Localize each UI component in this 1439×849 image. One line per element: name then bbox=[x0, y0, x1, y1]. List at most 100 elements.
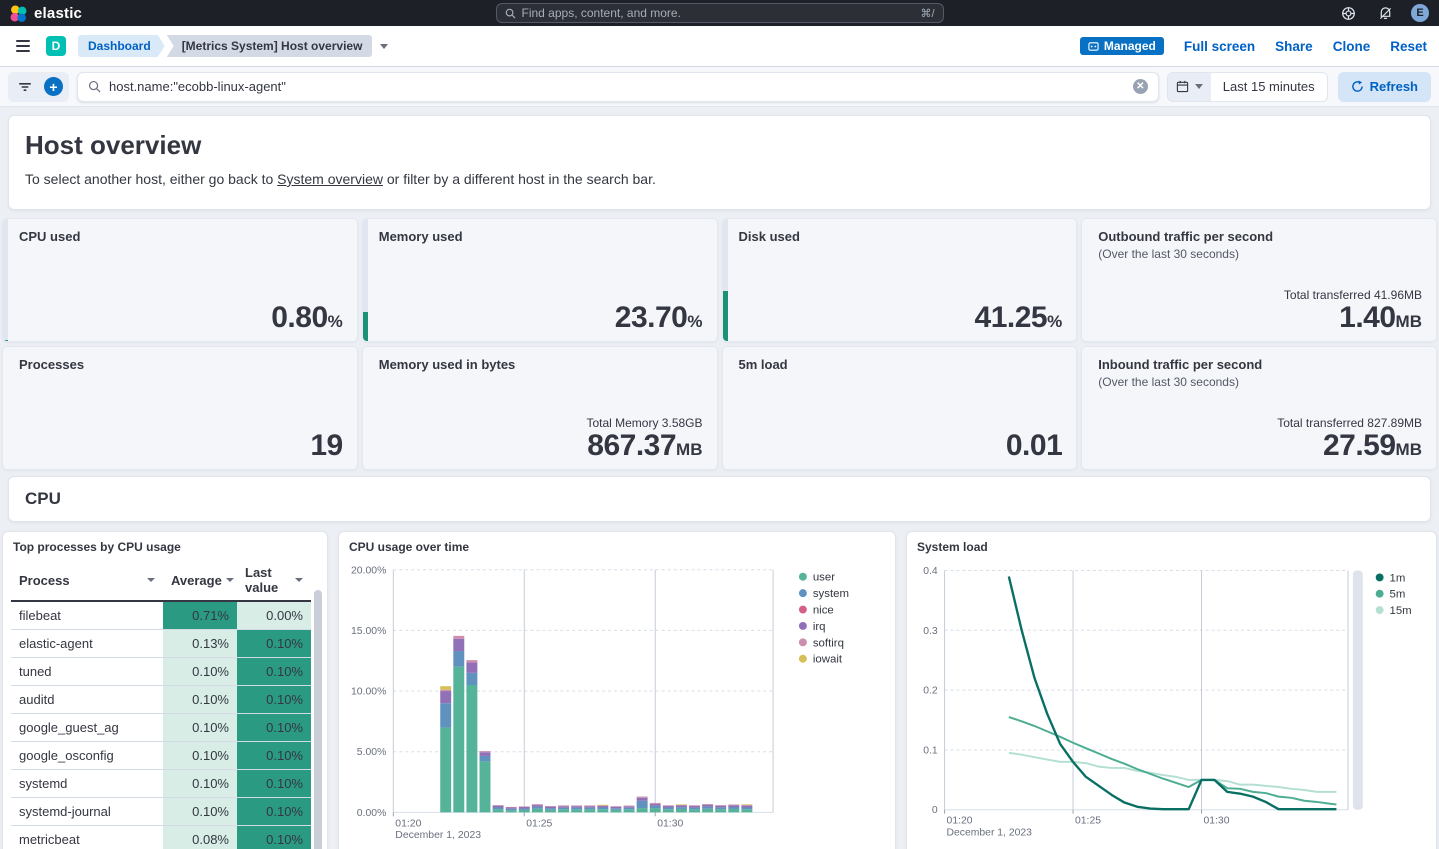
legend-label-softirq[interactable]: softirq bbox=[813, 637, 844, 649]
legend-label-15m[interactable]: 15m bbox=[1390, 605, 1412, 617]
process-name-cell: systemd-journal bbox=[11, 798, 163, 826]
legend-dot-irq[interactable] bbox=[799, 622, 807, 630]
process-name-cell: google_guest_ag bbox=[11, 714, 163, 742]
panel-title: System load bbox=[917, 540, 988, 554]
metric-progress-bar bbox=[723, 219, 728, 341]
metric-card: 5m load0.01 bbox=[722, 346, 1078, 470]
query-input[interactable]: host.name:"ecobb-linux-agent" ✕ bbox=[77, 72, 1159, 102]
metric-secondary: Total Memory 3.58GB bbox=[379, 416, 703, 430]
legend-label-user[interactable]: user bbox=[813, 572, 835, 584]
cpu-usage-chart: CPU usage over time 0.00%5.00%10.00%15.0… bbox=[338, 531, 896, 849]
svg-text:01:25: 01:25 bbox=[526, 818, 552, 829]
column-header-process[interactable]: Process bbox=[11, 560, 163, 601]
table-row: auditd0.10%0.10% bbox=[11, 686, 311, 714]
full-screen-button[interactable]: Full screen bbox=[1184, 39, 1255, 54]
legend-label-iowait[interactable]: iowait bbox=[813, 654, 843, 666]
breadcrumb-current[interactable]: [Metrics System] Host overview bbox=[167, 35, 373, 57]
user-avatar[interactable]: E bbox=[1411, 4, 1429, 22]
table-row: tuned0.10%0.10% bbox=[11, 658, 311, 686]
breadcrumb: Dashboard [Metrics System] Host overview bbox=[78, 35, 388, 57]
metric-title: Outbound traffic per second bbox=[1098, 229, 1422, 244]
metric-value: 19 bbox=[19, 430, 343, 462]
metric-title: Inbound traffic per second bbox=[1098, 357, 1422, 372]
svg-text:15.00%: 15.00% bbox=[351, 626, 386, 637]
last-value-cell: 0.10% bbox=[237, 742, 311, 770]
process-table-body: filebeat0.71%0.00%elastic-agent0.13%0.10… bbox=[11, 601, 311, 849]
chevron-down-icon[interactable] bbox=[380, 44, 388, 49]
process-name-cell: auditd bbox=[11, 686, 163, 714]
metric-title: Memory used in bytes bbox=[379, 357, 703, 372]
refresh-icon bbox=[1351, 80, 1364, 93]
global-search-input[interactable]: Find apps, content, and more. ⌘/ bbox=[496, 3, 944, 23]
page-title: Host overview bbox=[25, 130, 1414, 161]
metric-card: Outbound traffic per second (Over the las… bbox=[1081, 218, 1437, 342]
search-shortcut: ⌘/ bbox=[920, 7, 934, 20]
elastic-logo[interactable]: elastic bbox=[10, 5, 82, 22]
svg-text:0: 0 bbox=[932, 805, 938, 816]
top-processes-panel: Top processes by CPU usage Process Avera… bbox=[2, 531, 328, 849]
system-overview-link[interactable]: System overview bbox=[277, 171, 383, 187]
menu-icon[interactable] bbox=[12, 36, 34, 56]
clear-query-icon[interactable]: ✕ bbox=[1133, 79, 1148, 94]
average-cell: 0.13% bbox=[163, 630, 237, 658]
reset-button[interactable]: Reset bbox=[1390, 39, 1427, 54]
metric-title: Disk used bbox=[739, 229, 1063, 244]
column-header-last-value[interactable]: Last value bbox=[237, 560, 311, 601]
legend-dot-system[interactable] bbox=[799, 589, 807, 597]
legend-dot-5m[interactable] bbox=[1376, 590, 1384, 598]
help-icon[interactable] bbox=[1337, 4, 1360, 23]
clone-button[interactable]: Clone bbox=[1333, 39, 1371, 54]
process-table: Process Average Last value filebeat0.71%… bbox=[11, 560, 311, 849]
metric-card: Memory used23.70% bbox=[362, 218, 718, 342]
refresh-button[interactable]: Refresh bbox=[1338, 72, 1431, 102]
svg-text:0.3: 0.3 bbox=[923, 626, 938, 637]
calendar-icon bbox=[1176, 80, 1189, 93]
query-bar: + host.name:"ecobb-linux-agent" ✕ Last 1… bbox=[0, 67, 1439, 107]
last-value-cell: 0.00% bbox=[237, 601, 311, 630]
share-button[interactable]: Share bbox=[1275, 39, 1313, 54]
legend-dot-softirq[interactable] bbox=[799, 638, 807, 646]
legend-label-1m[interactable]: 1m bbox=[1390, 572, 1406, 584]
average-cell: 0.10% bbox=[163, 658, 237, 686]
time-range-label[interactable]: Last 15 minutes bbox=[1211, 73, 1327, 101]
legend-label-5m[interactable]: 5m bbox=[1390, 589, 1406, 601]
filter-icon[interactable] bbox=[14, 79, 36, 95]
last-value-cell: 0.10% bbox=[237, 686, 311, 714]
table-scrollbar[interactable] bbox=[314, 590, 322, 849]
svg-text:01:30: 01:30 bbox=[1204, 816, 1230, 827]
svg-text:20.00%: 20.00% bbox=[351, 565, 386, 576]
legend-dot-user[interactable] bbox=[799, 573, 807, 581]
breadcrumb-dashboard[interactable]: Dashboard bbox=[78, 35, 165, 57]
legend-label-irq[interactable]: irq bbox=[813, 621, 826, 633]
managed-icon bbox=[1088, 41, 1099, 52]
column-header-average[interactable]: Average bbox=[163, 560, 237, 601]
legend-label-system[interactable]: system bbox=[813, 588, 849, 600]
chevron-down-icon bbox=[147, 578, 155, 582]
partial-bucket-marker bbox=[1353, 570, 1363, 809]
metric-grid: CPU used0.80%Memory used23.70%Disk used4… bbox=[2, 218, 1437, 470]
table-row: google_osconfig0.10%0.10% bbox=[11, 742, 311, 770]
managed-badge[interactable]: Managed bbox=[1080, 37, 1164, 55]
legend-dot-1m[interactable] bbox=[1376, 573, 1384, 581]
metric-secondary: Total transferred 827.89MB bbox=[1098, 416, 1422, 430]
last-value-cell: 0.10% bbox=[237, 630, 311, 658]
calendar-button[interactable] bbox=[1168, 73, 1211, 101]
metric-title: 5m load bbox=[739, 357, 1063, 372]
average-cell: 0.08% bbox=[163, 826, 237, 849]
legend-dot-15m[interactable] bbox=[1376, 606, 1384, 614]
system-load-svg: 00.10.20.30.401:20December 1, 202301:250… bbox=[907, 532, 1436, 849]
alerts-icon[interactable] bbox=[1374, 4, 1397, 23]
metric-secondary: Total transferred 41.96MB bbox=[1098, 288, 1422, 302]
legend-dot-nice[interactable] bbox=[799, 606, 807, 614]
cpu-usage-svg: 0.00%5.00%10.00%15.00%20.00%01:20Decembe… bbox=[339, 532, 895, 849]
metric-card: Disk used41.25% bbox=[722, 218, 1078, 342]
add-filter-button[interactable]: + bbox=[44, 77, 63, 96]
dashboard-app-badge[interactable]: D bbox=[46, 36, 66, 56]
metric-subtitle: (Over the last 30 seconds) bbox=[1098, 247, 1422, 261]
table-row: metricbeat0.08%0.10% bbox=[11, 826, 311, 849]
legend-dot-iowait[interactable] bbox=[799, 655, 807, 663]
legend-label-nice[interactable]: nice bbox=[813, 605, 834, 617]
kibana-window: elastic Find apps, content, and more. ⌘/ bbox=[0, 0, 1439, 849]
panel-title: CPU usage over time bbox=[349, 540, 469, 554]
chevron-down-icon bbox=[295, 578, 303, 582]
